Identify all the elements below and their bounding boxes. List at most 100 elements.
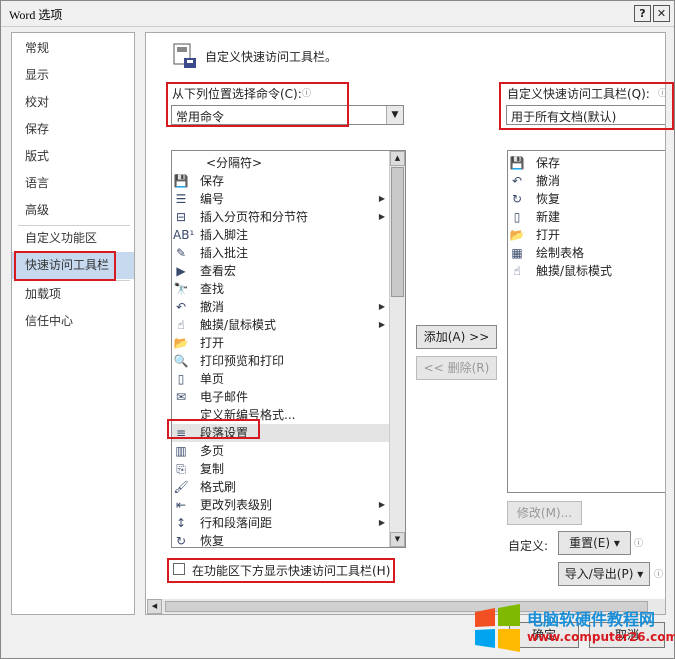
command-list-item[interactable]: ▯ 单页 bbox=[172, 370, 405, 388]
command-label: 查找 bbox=[200, 282, 225, 296]
add-button[interactable]: 添加(A) >> bbox=[416, 325, 497, 349]
sidebar-item-general[interactable]: 常规 bbox=[12, 35, 134, 62]
command-label: 触摸/鼠标模式 bbox=[200, 318, 277, 332]
command-label: 编号 bbox=[200, 192, 225, 206]
toolbar-list-item[interactable]: ↶ 撤消 bbox=[508, 172, 665, 190]
toolbar-item-icon: 💾 bbox=[509, 156, 525, 170]
scroll-thumb[interactable] bbox=[391, 167, 404, 297]
scroll-up-arrow[interactable]: ▲ bbox=[390, 151, 405, 166]
toolbar-list-item[interactable]: 📂 打开 bbox=[508, 226, 665, 244]
modify-button[interactable]: 修改(M)... bbox=[507, 501, 582, 525]
command-icon: 🖌 bbox=[173, 480, 189, 494]
toolbar-list-item[interactable]: 💾 保存 bbox=[508, 154, 665, 172]
toolbar-list-item[interactable]: ☝ 触摸/鼠标模式 bbox=[508, 262, 665, 280]
toolbar-item-icon: 📂 bbox=[509, 228, 525, 242]
command-list-item[interactable]: ☰ 编号 ▶ bbox=[172, 190, 405, 208]
command-list-item[interactable]: ▥ 多页 bbox=[172, 442, 405, 460]
command-label: 多页 bbox=[200, 444, 225, 458]
toolbar-list-item[interactable]: ↻ 恢复 bbox=[508, 190, 665, 208]
command-list-item[interactable]: 🔍 打印预览和打印 bbox=[172, 352, 405, 370]
window-title: Word 选项 bbox=[9, 8, 63, 22]
command-list-item[interactable]: <分隔符> bbox=[172, 154, 405, 172]
command-label: 插入分页符和分节符 bbox=[200, 210, 309, 224]
command-icon: 📂 bbox=[173, 336, 189, 350]
toolbar-items-list[interactable]: 💾 保存 ↶ 撤消 ↻ 恢复 ▯ 新建 📂 打开 ▦ 绘制表格 ☝ 触摸/鼠标模式 bbox=[507, 150, 665, 493]
command-list-item[interactable]: ⎘ 复制 bbox=[172, 460, 405, 478]
command-list-item[interactable]: ⇤ 更改列表级别 ▶ bbox=[172, 496, 405, 514]
command-icon: ✉ bbox=[175, 390, 187, 404]
command-list-item[interactable]: ⊟ 插入分页符和分节符 ▶ bbox=[172, 208, 405, 226]
command-label: 撤消 bbox=[200, 300, 225, 314]
command-list-item[interactable]: 🔭 查找 bbox=[172, 280, 405, 298]
command-list-item[interactable]: ☝ 触摸/鼠标模式 ▶ bbox=[172, 316, 405, 334]
toolbar-item-label: 绘制表格 bbox=[536, 246, 585, 260]
sidebar-item-save[interactable]: 保存 bbox=[12, 116, 134, 143]
command-list-item[interactable]: ↶ 撤消 ▶ bbox=[172, 298, 405, 316]
import-export-button[interactable]: 导入/导出(P) ▾ bbox=[558, 562, 650, 586]
toolbar-item-icon: ▯ bbox=[513, 210, 521, 224]
sidebar-item-addins[interactable]: 加载项 bbox=[12, 281, 134, 308]
scroll-down-arrow[interactable]: ▼ bbox=[390, 532, 405, 547]
command-list-item[interactable]: ▶ 查看宏 bbox=[172, 262, 405, 280]
command-icon: ▥ bbox=[175, 444, 187, 458]
command-icon: ▯ bbox=[177, 372, 185, 386]
commands-list[interactable]: <分隔符> 💾 保存 ☰ 编号 ▶ ⊟ 插入分页符和分节符 ▶ AB¹ 插入脚注 ✎ 插入批注 ▶ 查看宏 🔭… bbox=[171, 150, 406, 548]
toolbar-item-label: 恢复 bbox=[536, 192, 561, 206]
close-button[interactable]: ✕ bbox=[653, 5, 670, 22]
sidebar-item-layout[interactable]: 版式 bbox=[12, 143, 134, 170]
command-list-item[interactable]: 🖌 格式刷 bbox=[172, 478, 405, 496]
command-icon: ⊟ bbox=[175, 210, 187, 224]
command-icon: ✎ bbox=[175, 246, 187, 260]
scroll-left-arrow[interactable]: ◀ bbox=[147, 599, 162, 614]
command-label: <分隔符> bbox=[206, 156, 263, 170]
remove-button[interactable]: << 删除(R) bbox=[416, 356, 497, 380]
highlight-box bbox=[167, 558, 395, 583]
submenu-arrow-icon: ▶ bbox=[378, 194, 385, 203]
sidebar-item-customize-ribbon[interactable]: 自定义功能区 bbox=[12, 225, 134, 252]
command-icon: 💾 bbox=[173, 174, 189, 188]
sidebar-item-display[interactable]: 显示 bbox=[12, 62, 134, 89]
commands-scrollbar[interactable]: ▲ ▼ bbox=[389, 151, 405, 547]
command-list-item[interactable]: 📂 打开 bbox=[172, 334, 405, 352]
command-icon bbox=[173, 156, 189, 170]
sidebar-item-language[interactable]: 语言 bbox=[12, 170, 134, 197]
chevron-down-icon[interactable]: ▼ bbox=[386, 106, 403, 124]
toolbar-item-label: 撤消 bbox=[536, 174, 561, 188]
submenu-arrow-icon: ▶ bbox=[378, 212, 385, 221]
info-icon: ⓘ bbox=[634, 539, 644, 549]
command-label: 电子邮件 bbox=[200, 390, 249, 404]
command-label: 行和段落间距 bbox=[200, 516, 273, 530]
toolbar-item-icon: ↶ bbox=[511, 174, 523, 188]
sidebar-item-proofing[interactable]: 校对 bbox=[12, 89, 134, 116]
reset-button[interactable]: 重置(E) ▾ bbox=[558, 531, 631, 555]
command-list-item[interactable]: ✎ 插入批注 bbox=[172, 244, 405, 262]
title-bar: Word 选项 ? ✕ bbox=[1, 1, 674, 27]
watermark-text: 电脑软硬件教程网 bbox=[527, 610, 656, 629]
command-icon: ⎘ bbox=[176, 462, 186, 476]
command-icon: ↕ bbox=[175, 516, 187, 530]
command-list-item[interactable]: ↕ 行和段落间距 ▶ bbox=[172, 514, 405, 532]
command-list-item[interactable]: 💾 保存 bbox=[172, 172, 405, 190]
highlight-box bbox=[14, 251, 116, 281]
command-list-item[interactable]: ✉ 电子邮件 bbox=[172, 388, 405, 406]
command-label: 单页 bbox=[200, 372, 225, 386]
command-label: 复制 bbox=[200, 462, 225, 476]
highlight-box bbox=[166, 82, 349, 127]
toolbar-list-item[interactable]: ▯ 新建 bbox=[508, 208, 665, 226]
submenu-arrow-icon: ▶ bbox=[378, 518, 385, 527]
command-list-item[interactable]: ↻ 恢复 bbox=[172, 532, 405, 548]
toolbar-item-label: 新建 bbox=[536, 210, 561, 224]
command-list-item[interactable]: AB¹ 插入脚注 bbox=[172, 226, 405, 244]
sidebar-item-advanced[interactable]: 高级 bbox=[12, 197, 134, 224]
info-icon: ⓘ bbox=[654, 570, 664, 580]
toolbar-list-item[interactable]: ▦ 绘制表格 bbox=[508, 244, 665, 262]
command-icon: ☝ bbox=[177, 318, 185, 332]
help-button[interactable]: ? bbox=[634, 5, 651, 22]
submenu-arrow-icon: ▶ bbox=[378, 500, 385, 509]
quick-access-toolbar-icon bbox=[173, 43, 196, 68]
command-label: 查看宏 bbox=[200, 264, 237, 278]
sidebar-item-trust-center[interactable]: 信任中心 bbox=[12, 308, 134, 335]
toolbar-item-icon: ☝ bbox=[513, 264, 521, 278]
word-options-dialog: Word 选项 ? ✕ 常规 显示 校对 保存 版式 语言 高级 自定义功能区 … bbox=[0, 0, 675, 659]
command-label: 恢复 bbox=[200, 534, 225, 548]
